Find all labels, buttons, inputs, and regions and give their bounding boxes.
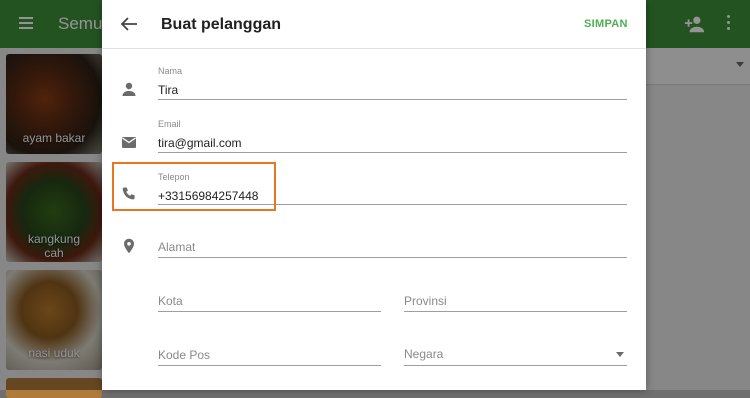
email-label: Email [158, 119, 181, 129]
name-underline [158, 99, 627, 100]
name-label: Nama [158, 66, 183, 76]
postal-code-underline [158, 365, 381, 366]
postal-code-field[interactable]: Kode Pos [158, 344, 382, 366]
province-field[interactable]: Provinsi [404, 290, 628, 312]
email-field[interactable]: Email tira@gmail.com [158, 119, 628, 153]
name-value[interactable]: Tira [158, 83, 178, 97]
address-field[interactable]: Alamat [158, 236, 628, 258]
city-placeholder: Kota [158, 294, 183, 308]
city-underline [158, 311, 381, 312]
country-select[interactable]: Negara [404, 344, 628, 366]
person-icon [122, 82, 136, 96]
phone-field-highlight [112, 162, 276, 211]
email-value[interactable]: tira@gmail.com [158, 136, 242, 150]
country-placeholder: Negara [404, 347, 444, 361]
save-button[interactable]: SIMPAN [584, 18, 628, 30]
email-icon [122, 137, 136, 148]
name-field[interactable]: Nama Tira [158, 66, 628, 100]
city-field[interactable]: Kota [158, 290, 382, 312]
country-underline [404, 365, 627, 366]
address-underline [158, 257, 627, 258]
location-icon [124, 238, 134, 254]
dropdown-icon [616, 352, 624, 357]
address-placeholder: Alamat [158, 240, 196, 254]
province-placeholder: Provinsi [404, 294, 447, 308]
dialog-title: Buat pelanggan [161, 16, 282, 33]
province-underline [404, 311, 627, 312]
dialog-header: Buat pelanggan SIMPAN [102, 0, 646, 49]
email-underline [158, 152, 627, 153]
back-arrow-icon[interactable] [120, 16, 138, 32]
postal-code-placeholder: Kode Pos [158, 348, 211, 362]
